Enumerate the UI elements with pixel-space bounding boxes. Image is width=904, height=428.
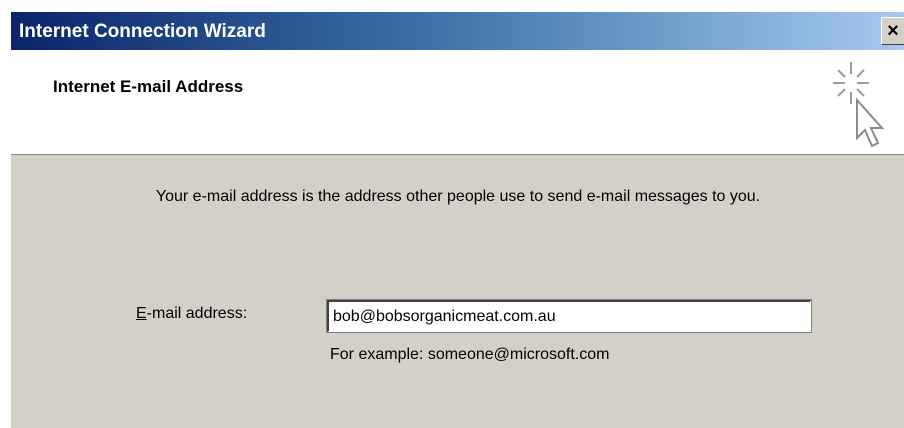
email-label-accel: E xyxy=(136,305,147,322)
description-text: Your e-mail address is the address other… xyxy=(155,188,761,205)
email-example-hint: For example: someone@microsoft.com xyxy=(330,346,610,363)
email-label: E-mail address: xyxy=(136,305,247,323)
email-field[interactable] xyxy=(326,299,812,333)
window-title: Internet Connection Wizard xyxy=(19,21,266,42)
title-bar[interactable]: Internet Connection Wizard × xyxy=(11,12,904,50)
page-title: Internet E-mail Address xyxy=(53,77,244,96)
close-button[interactable]: × xyxy=(881,17,904,45)
wizard-window: Internet Connection Wizard × Internet E-… xyxy=(10,12,904,428)
email-label-text: -mail address: xyxy=(146,305,248,322)
wizard-header: Internet E-mail Address xyxy=(11,50,904,155)
wizard-cursor-sparkle-icon xyxy=(833,62,885,148)
close-icon: × xyxy=(887,20,899,42)
